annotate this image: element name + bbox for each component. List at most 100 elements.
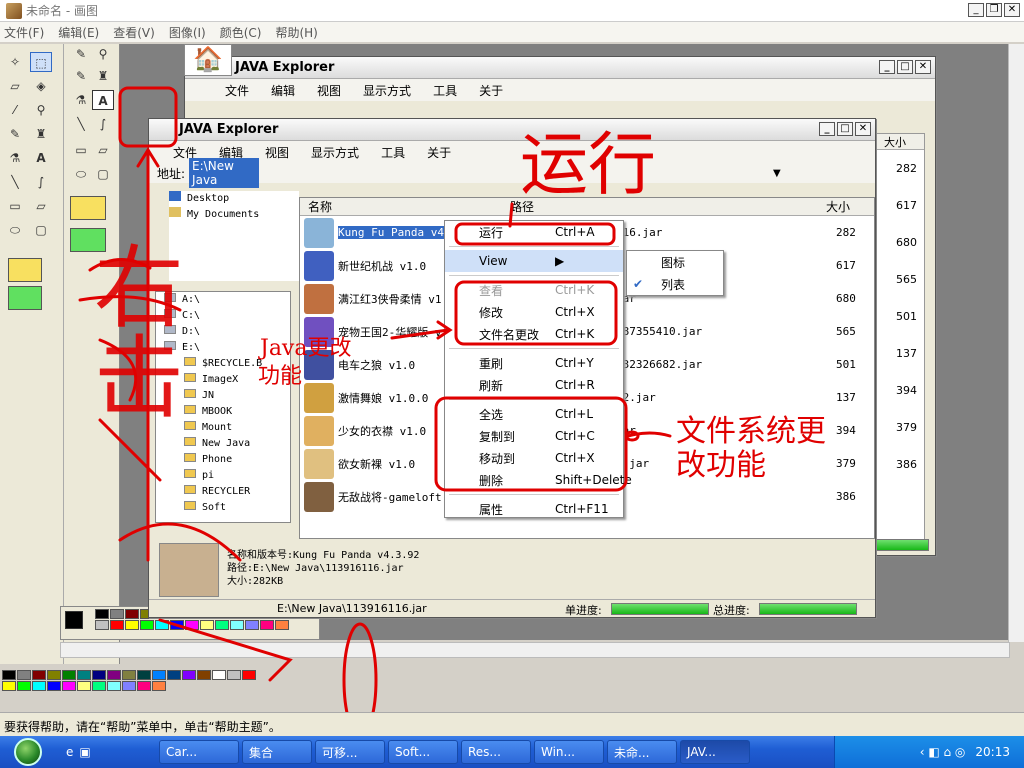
- tree-mydocs[interactable]: My Documents: [169, 207, 299, 223]
- palette-swatch[interactable]: [212, 670, 226, 680]
- back-menu-file[interactable]: 文件: [225, 82, 249, 99]
- front-menu-view[interactable]: 视图: [265, 144, 289, 161]
- vertical-scrollbar[interactable]: [1008, 44, 1024, 642]
- col-size[interactable]: 大小: [826, 198, 856, 215]
- palette-swatch[interactable]: [260, 620, 274, 630]
- palette-swatch[interactable]: [110, 620, 124, 630]
- polygon2-icon[interactable]: ⏥: [92, 140, 114, 160]
- palette-swatch[interactable]: [110, 609, 124, 619]
- context-item[interactable]: 刷新 Ctrl+R: [445, 374, 623, 396]
- taskbar-button[interactable]: 未命...: [607, 740, 677, 764]
- opaque2-icon[interactable]: [70, 196, 106, 220]
- context-item[interactable]: 修改 Ctrl+X: [445, 301, 623, 323]
- palette-swatch[interactable]: [2, 681, 16, 691]
- palette-swatch[interactable]: [17, 681, 31, 691]
- picker-icon[interactable]: ⁄: [4, 100, 26, 120]
- ellipse-icon[interactable]: ⬭: [4, 220, 26, 240]
- palette-swatch[interactable]: [152, 681, 166, 691]
- free-select-icon[interactable]: ✧: [4, 52, 26, 72]
- palette-swatch[interactable]: [92, 670, 106, 680]
- foreground-color[interactable]: [65, 611, 83, 629]
- pencil2-icon[interactable]: ✎: [70, 44, 92, 64]
- palette-swatch[interactable]: [95, 609, 109, 619]
- palette-swatch[interactable]: [185, 620, 199, 630]
- palette-swatch[interactable]: [47, 681, 61, 691]
- palette-swatch[interactable]: [155, 620, 169, 630]
- context-item[interactable]: 移动到 Ctrl+X: [445, 447, 623, 469]
- palette-swatch[interactable]: [47, 670, 61, 680]
- transparent-option-icon[interactable]: [8, 286, 42, 310]
- back-max-button[interactable]: □: [897, 60, 913, 74]
- palette-swatch[interactable]: [62, 670, 76, 680]
- context-item[interactable]: 删除 Shift+Delete: [445, 469, 632, 491]
- palette-swatch[interactable]: [77, 681, 91, 691]
- restore-button[interactable]: ❐: [986, 3, 1002, 17]
- tree-item[interactable]: Phone: [156, 452, 290, 468]
- eraser-icon[interactable]: ▱: [4, 76, 26, 96]
- tree-item[interactable]: RECYCLER: [156, 484, 290, 500]
- start-button[interactable]: [0, 736, 56, 768]
- pencil-icon[interactable]: ✎: [4, 124, 26, 144]
- tree-desktop[interactable]: Desktop: [169, 191, 299, 207]
- context-item[interactable]: 文件名更改 Ctrl+K: [445, 323, 623, 345]
- palette-swatch[interactable]: [182, 670, 196, 680]
- palette-swatch[interactable]: [125, 609, 139, 619]
- pencil3-icon[interactable]: ✎: [70, 66, 92, 86]
- palette-swatch[interactable]: [140, 620, 154, 630]
- back-menu-view[interactable]: 视图: [317, 82, 341, 99]
- context-item[interactable]: 运行 Ctrl+A: [445, 221, 623, 243]
- back-close-button[interactable]: ✕: [915, 60, 931, 74]
- tray-icons[interactable]: ‹ ◧ ⌂ ◎: [920, 745, 966, 759]
- airbrush-icon[interactable]: ⚗: [4, 148, 26, 168]
- tree-item[interactable]: pi: [156, 468, 290, 484]
- opaque-option-icon[interactable]: [8, 258, 42, 282]
- ellipse2-icon[interactable]: ⬭: [70, 164, 92, 184]
- front-minimize-button[interactable]: _: [819, 122, 835, 136]
- rect2-icon[interactable]: ▭: [70, 140, 92, 160]
- context-item[interactable]: View ▶: [445, 250, 623, 272]
- front-menu-tools[interactable]: 工具: [381, 144, 405, 161]
- show-desktop-icon[interactable]: ▣: [79, 745, 90, 759]
- magnifier-icon[interactable]: ⚲: [30, 100, 52, 120]
- palette-swatch[interactable]: [107, 670, 121, 680]
- back-minimize-button[interactable]: _: [879, 60, 895, 74]
- menu-image[interactable]: 图像(I): [169, 24, 206, 41]
- airbrush2-icon[interactable]: ⚗: [70, 90, 92, 110]
- address-dropdown-icon[interactable]: ▼: [773, 168, 781, 179]
- col-name[interactable]: 名称: [300, 198, 510, 215]
- line-icon[interactable]: ╲: [4, 172, 26, 192]
- palette-swatch[interactable]: [62, 681, 76, 691]
- line2-icon[interactable]: ╲: [70, 114, 92, 134]
- brush2-icon[interactable]: ♜: [92, 66, 114, 86]
- palette-swatch[interactable]: [215, 620, 229, 630]
- close-button[interactable]: ✕: [1004, 3, 1020, 17]
- context-item[interactable]: 属性 Ctrl+F11: [445, 498, 623, 520]
- palette-swatch[interactable]: [32, 670, 46, 680]
- ie-icon[interactable]: e: [66, 745, 73, 759]
- curve2-icon[interactable]: ∫: [92, 114, 114, 134]
- taskbar-button[interactable]: JAV...: [680, 740, 750, 764]
- palette-swatch[interactable]: [17, 670, 31, 680]
- palette-swatch[interactable]: [275, 620, 289, 630]
- menu-edit[interactable]: 编辑(E): [58, 24, 99, 41]
- menu-colors[interactable]: 颜色(C): [220, 24, 262, 41]
- text-icon[interactable]: A: [30, 148, 52, 168]
- submenu-icon-view[interactable]: 图标: [627, 251, 723, 273]
- tree-item[interactable]: New Java: [156, 436, 290, 452]
- brush-icon[interactable]: ♜: [30, 124, 52, 144]
- palette-swatch[interactable]: [77, 670, 91, 680]
- magnifier2-icon[interactable]: ⚲: [92, 44, 114, 64]
- palette-swatch[interactable]: [170, 620, 184, 630]
- context-item[interactable]: 查看 Ctrl+K: [445, 279, 623, 301]
- front-menu-about[interactable]: 关于: [427, 144, 451, 161]
- palette-swatch[interactable]: [122, 670, 136, 680]
- palette-swatch[interactable]: [95, 620, 109, 630]
- back-menu-edit[interactable]: 编辑: [271, 82, 295, 99]
- palette-swatch[interactable]: [230, 620, 244, 630]
- palette-swatch[interactable]: [167, 670, 181, 680]
- taskbar-button[interactable]: Soft...: [388, 740, 458, 764]
- back-menu-about[interactable]: 关于: [479, 82, 503, 99]
- text2-icon[interactable]: A: [92, 90, 114, 110]
- front-max-button[interactable]: □: [837, 122, 853, 136]
- palette-swatch[interactable]: [122, 681, 136, 691]
